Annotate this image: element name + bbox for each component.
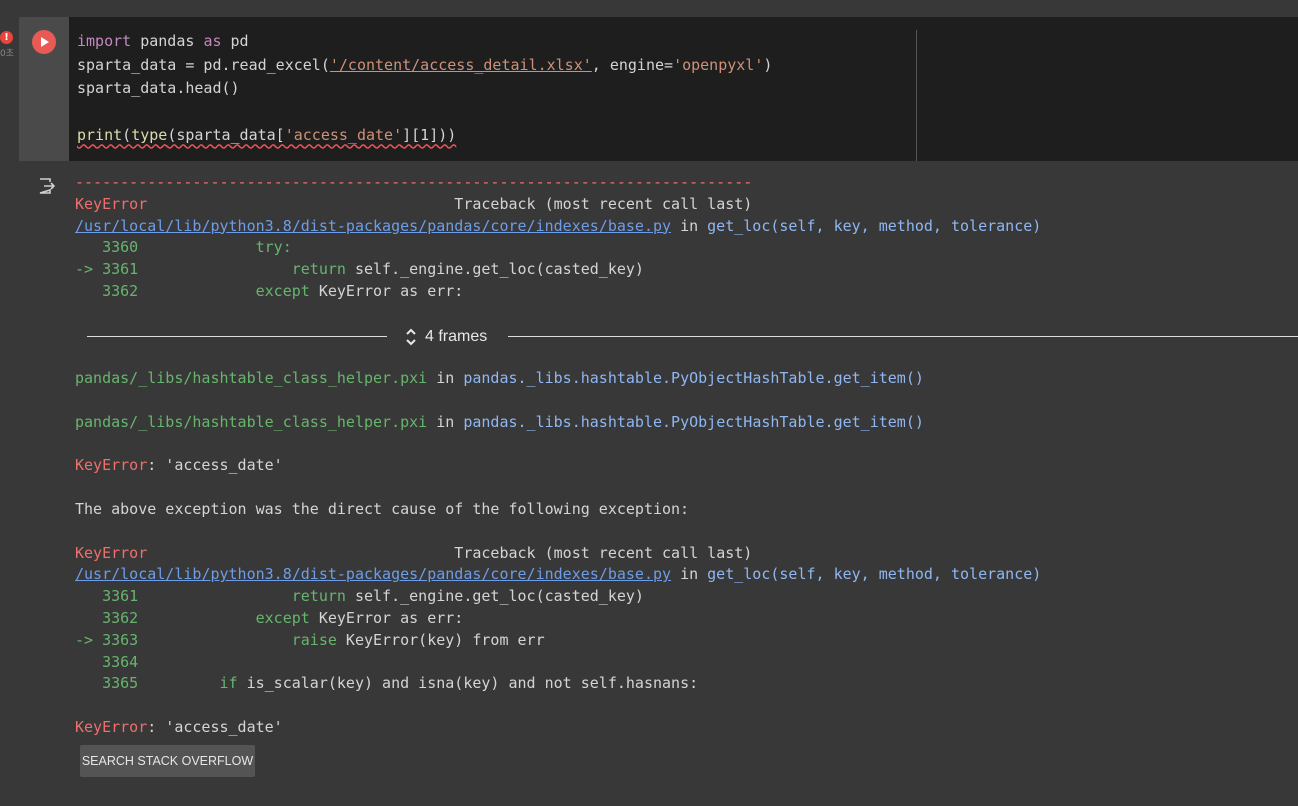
divider-line [508, 336, 1298, 337]
code-line: -> 3363 raise KeyError(key) from err [75, 630, 545, 649]
frame-function: get_loc(self, key, method, tolerance) [707, 565, 1042, 584]
error-badge-icon: ! [0, 31, 13, 44]
traceback-title: Traceback (most recent call last) [454, 194, 753, 213]
run-cell-button[interactable] [32, 30, 56, 54]
code-editor[interactable]: import pandas as pd sparta_data = pd.rea… [69, 17, 1298, 161]
code-line: 3361 return self._engine.get_loc(casted_… [102, 587, 644, 606]
error-name: KeyError [75, 543, 148, 562]
code-line: 3365 if is_scalar(key) and isna(key) and… [102, 674, 699, 693]
search-stack-overflow-button[interactable]: SEARCH STACK OVERFLOW [80, 745, 255, 777]
ruler-line [916, 30, 917, 161]
code-token: print [77, 126, 123, 145]
code-line: 3362 except KeyError as err: [102, 281, 464, 300]
code-text[interactable]: import pandas as pd sparta_data = pd.rea… [77, 30, 772, 148]
unfold-icon [406, 328, 416, 346]
code-token: (sparta_data[ [167, 126, 285, 145]
in-word: in [436, 412, 455, 431]
code-token: 'openpyxl' [673, 55, 764, 74]
cell-gutter [19, 17, 69, 161]
in-word: in [680, 216, 699, 235]
code-token: pandas [131, 32, 204, 50]
error-name: KeyError [75, 717, 148, 736]
pxi-file: pandas/_libs/hashtable_class_helper.pxi [75, 412, 428, 431]
code-token: 'access_date' [284, 126, 403, 145]
output-redirect-icon[interactable] [37, 177, 55, 195]
error-output: ----------------------------------------… [75, 172, 1041, 739]
frames-label: 4 frames [425, 328, 488, 345]
error-name: KeyError [75, 194, 148, 213]
pxi-function: pandas._libs.hashtable.PyObjectHashTable… [463, 369, 924, 388]
code-line: 3360 try: [102, 238, 292, 257]
execution-time-label: 0초 [0, 49, 15, 58]
code-token: ( [122, 126, 132, 145]
in-word: in [436, 369, 455, 388]
code-line: 3362 except KeyError as err: [102, 608, 464, 627]
pxi-file: pandas/_libs/hashtable_class_helper.pxi [75, 369, 428, 388]
error-message: : 'access_date' [147, 717, 283, 736]
code-token: as [203, 32, 222, 50]
code-token: type [131, 126, 168, 145]
collapsed-frames-divider: 4 frames [87, 325, 1298, 349]
source-file-link[interactable]: /usr/local/lib/python3.8/dist-packages/p… [75, 565, 671, 583]
error-name: KeyError [75, 456, 148, 475]
code-token: ) [763, 55, 773, 74]
divider-line [87, 336, 387, 337]
error-message: : 'access_date' [147, 456, 283, 475]
expand-frames-toggle[interactable]: 4 frames [405, 325, 487, 349]
traceback-separator: ----------------------------------------… [75, 173, 753, 191]
code-token: , engine= [591, 55, 674, 74]
code-token: sparta_data = pd.read_excel( [77, 55, 330, 74]
code-line: 3364 [102, 652, 139, 671]
source-file-link[interactable]: /usr/local/lib/python3.8/dist-packages/p… [75, 217, 671, 235]
code-token: pd [221, 32, 249, 50]
pxi-function: pandas._libs.hashtable.PyObjectHashTable… [463, 412, 924, 431]
play-icon [41, 37, 49, 47]
in-word: in [680, 565, 699, 584]
code-token: import [77, 32, 132, 50]
code-cell: import pandas as pd sparta_data = pd.rea… [19, 17, 1298, 790]
frame-function: get_loc(self, key, method, tolerance) [707, 216, 1042, 235]
code-line: -> 3361 return self._engine.get_loc(cast… [75, 260, 644, 279]
traceback-title: Traceback (most recent call last) [454, 543, 753, 562]
error-squiggle-line: print(type(sparta_data['access_date'][1]… [77, 126, 456, 144]
code-token: sparta_data.head() [77, 79, 240, 98]
cause-text: The above exception was the direct cause… [75, 499, 690, 518]
code-token: '/content/access_detail.xlsx' [329, 55, 592, 74]
code-token: ][1])) [402, 126, 457, 145]
